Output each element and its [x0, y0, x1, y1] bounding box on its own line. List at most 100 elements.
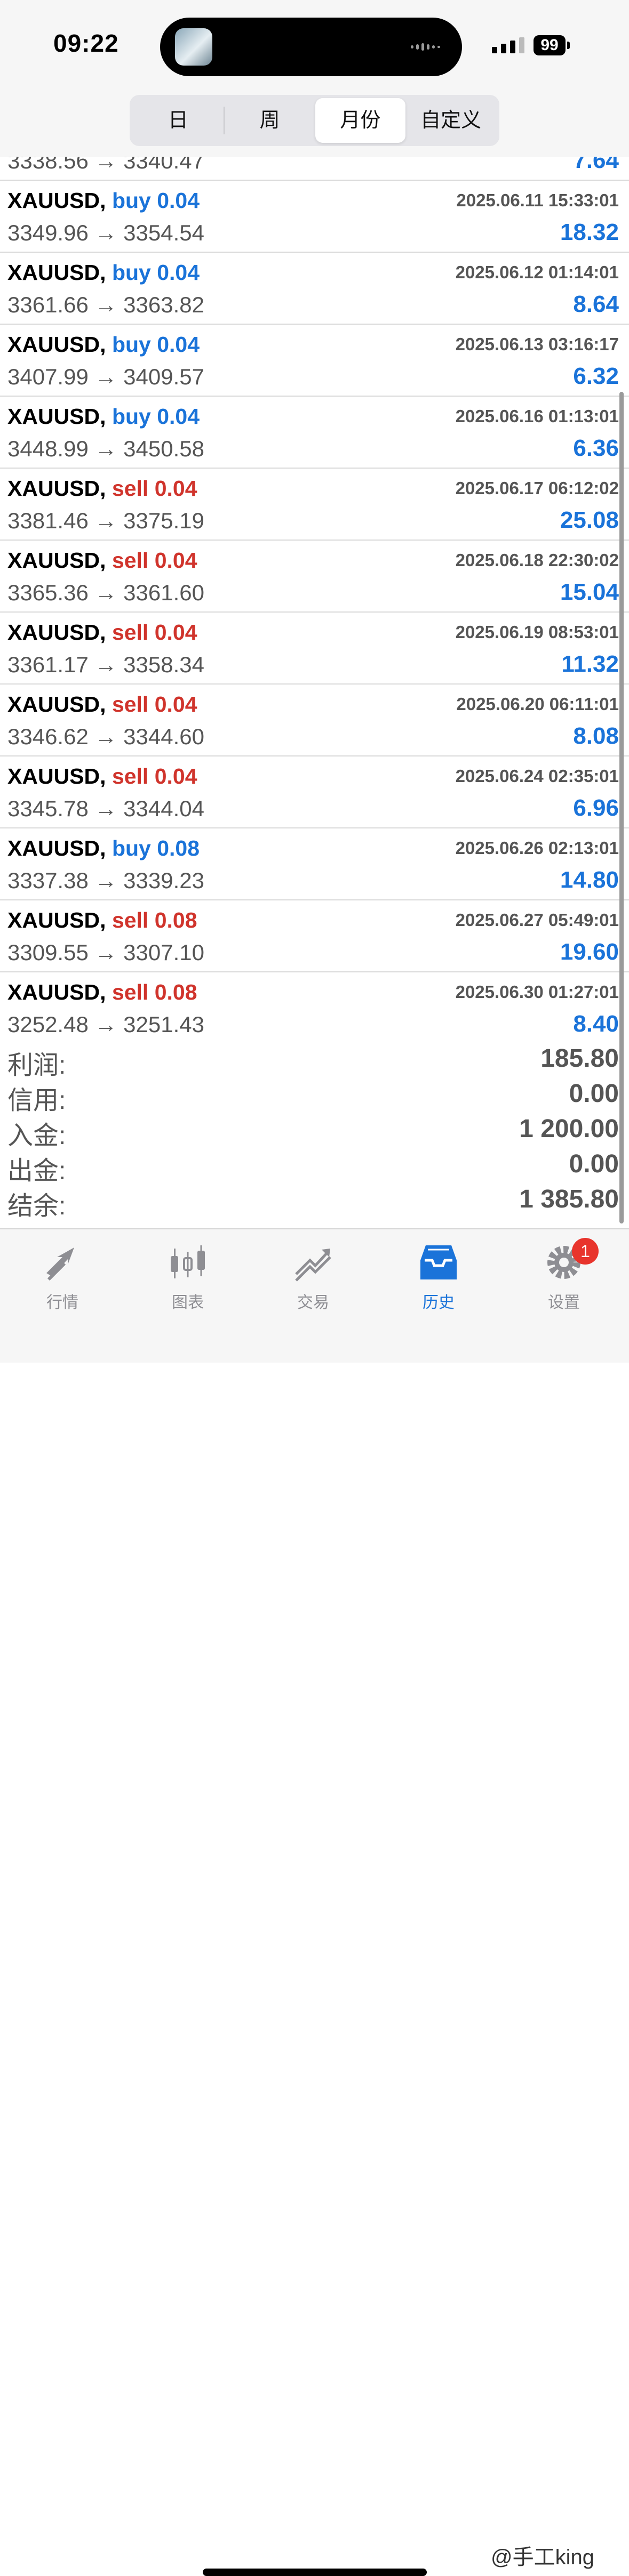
symbol-name: XAUUSD, [7, 980, 106, 1004]
trade-symbol: XAUUSD, sell 0.04 [7, 692, 197, 717]
quotes-icon [46, 1247, 74, 1281]
trade-time: 2025.06.24 02:35:01 [455, 766, 619, 786]
table-row[interactable]: 3338.56 → 3340.47 7.64 [0, 157, 629, 181]
chart-icon [171, 1245, 205, 1278]
signal-icon [492, 37, 524, 53]
trade-history-list[interactable]: 3338.56 → 3340.47 7.64 XAUUSD, buy 0.04 2… [0, 157, 629, 1036]
trade-time: 2025.06.30 01:27:01 [455, 982, 619, 1002]
dynamic-island [160, 18, 462, 76]
tab-label: 图表 [172, 1294, 204, 1311]
summary-value: 1 385.80 [519, 1185, 619, 1213]
trade-profit: 7.64 [573, 157, 619, 173]
trade-icon [295, 1249, 331, 1282]
trade-symbol: XAUUSD, sell 0.04 [7, 764, 197, 789]
symbol-name: XAUUSD, [7, 548, 106, 573]
tab-history[interactable]: 历史 [399, 1241, 479, 1313]
summary-label: 结余: [7, 1192, 66, 1220]
trade-symbol: XAUUSD, buy 0.08 [7, 836, 200, 861]
trade-time: 2025.06.19 08:53:01 [455, 622, 619, 642]
symbol-name: XAUUSD, [7, 332, 106, 357]
tab-chart[interactable]: 图表 [148, 1241, 228, 1313]
summary-row: 利润: 185.80 [0, 1041, 629, 1080]
tab-trade[interactable]: 交易 [273, 1241, 353, 1313]
table-row[interactable]: XAUUSD, sell 0.08 2025.06.30 01:27:01 3252… [0, 972, 629, 1036]
trade-prices: 3407.99 → 3409.57 [7, 364, 204, 389]
tab-week[interactable]: 周 [225, 98, 315, 143]
symbol-name: XAUUSD, [7, 908, 106, 932]
trade-symbol: XAUUSD, sell 0.04 [7, 620, 197, 645]
tab-label: 交易 [297, 1294, 329, 1311]
trade-profit: 25.08 [560, 507, 619, 533]
home-indicator[interactable] [203, 2569, 427, 2576]
status-time: 09:22 [53, 29, 119, 57]
trade-profit: 14.80 [560, 867, 619, 893]
table-row[interactable]: XAUUSD, buy 0.04 2025.06.11 15:33:01 3349.… [0, 181, 629, 253]
trade-symbol: XAUUSD, buy 0.04 [7, 404, 200, 429]
trade-symbol: XAUUSD, buy 0.04 [7, 188, 200, 213]
trade-prices: 3252.48 → 3251.43 [7, 1012, 204, 1036]
period-segmented-control: 日 周 月份 自定义 [130, 95, 499, 146]
trade-side-volume: sell 0.04 [112, 476, 197, 501]
trade-profit: 6.36 [573, 435, 619, 461]
table-row[interactable]: XAUUSD, sell 0.08 2025.06.27 05:49:01 3309… [0, 900, 629, 972]
tab-label: 设置 [548, 1294, 580, 1311]
table-row[interactable]: XAUUSD, sell 0.04 2025.06.20 06:11:01 3346… [0, 685, 629, 756]
trade-symbol: XAUUSD, buy 0.04 [7, 260, 200, 285]
trade-side-volume: buy 0.08 [112, 836, 200, 860]
table-row[interactable]: XAUUSD, sell 0.04 2025.06.18 22:30:02 3365… [0, 541, 629, 613]
tab-quotes[interactable]: 行情 [22, 1241, 102, 1313]
trade-prices: 3365.36 → 3361.60 [7, 580, 204, 605]
battery-icon: 99 [534, 35, 570, 55]
header: 09:22 99 日 周 月份 自定义 [0, 0, 629, 157]
tab-settings[interactable]: 设置 1 [524, 1238, 604, 1313]
history-icon [420, 1245, 457, 1279]
tab-label: 历史 [423, 1294, 455, 1311]
trade-side-volume: buy 0.04 [112, 188, 200, 213]
trade-symbol: XAUUSD, buy 0.04 [7, 332, 200, 357]
trade-profit: 11.32 [561, 651, 619, 677]
table-row[interactable]: XAUUSD, buy 0.08 2025.06.26 02:13:01 3337.… [0, 828, 629, 900]
summary-row: 结余: 1 385.80 [0, 1181, 629, 1220]
trade-profit: 8.64 [573, 291, 619, 317]
trade-time: 2025.06.26 02:13:01 [455, 838, 619, 858]
trade-side-volume: sell 0.04 [112, 692, 197, 717]
trade-time: 2025.06.12 01:14:01 [455, 262, 619, 282]
tab-label: 行情 [46, 1294, 78, 1311]
trade-profit: 19.60 [560, 939, 619, 965]
tab-month[interactable]: 月份 [315, 98, 406, 143]
summary-row: 入金: 1 200.00 [0, 1111, 629, 1150]
table-row[interactable]: XAUUSD, sell 0.04 2025.06.19 08:53:01 3361… [0, 613, 629, 685]
trade-prices: 3381.46 → 3375.19 [7, 508, 204, 533]
table-row[interactable]: XAUUSD, sell 0.04 2025.06.24 02:35:01 3345… [0, 756, 629, 828]
trade-side-volume: buy 0.04 [112, 332, 200, 357]
trade-prices: 3309.55 → 3307.10 [7, 940, 204, 965]
table-row[interactable]: XAUUSD, sell 0.04 2025.06.17 06:12:02 3381… [0, 469, 629, 541]
trade-time: 2025.06.20 06:11:01 [456, 694, 619, 714]
trade-time: 2025.06.27 05:49:01 [455, 910, 619, 930]
table-row[interactable]: XAUUSD, buy 0.04 2025.06.16 01:13:01 3448.… [0, 397, 629, 469]
trade-prices: 3338.56 → 3340.47 [7, 157, 204, 173]
trade-profit: 8.08 [573, 723, 619, 749]
tab-custom[interactable]: 自定义 [405, 98, 496, 143]
app-avatar-icon [175, 28, 212, 66]
trade-time: 2025.06.16 01:13:01 [455, 406, 619, 426]
table-row[interactable]: XAUUSD, buy 0.04 2025.06.13 03:16:17 3407.… [0, 325, 629, 397]
symbol-name: XAUUSD, [7, 404, 106, 429]
symbol-name: XAUUSD, [7, 692, 106, 717]
watermark: @手工king [491, 2546, 594, 2569]
trade-profit: 15.04 [560, 579, 619, 605]
trade-symbol: XAUUSD, sell 0.04 [7, 548, 197, 573]
trade-prices: 3349.96 → 3354.54 [7, 220, 204, 245]
bottom-tab-bar: 行情 图表 交易 历史 设置 1 @手工king [0, 1228, 629, 2576]
trade-side-volume: buy 0.04 [112, 404, 200, 429]
trade-profit: 6.96 [573, 795, 619, 821]
trade-profit: 8.40 [573, 1011, 619, 1036]
trade-prices: 3448.99 → 3450.58 [7, 436, 204, 461]
trade-time: 2025.06.13 03:16:17 [455, 334, 619, 354]
symbol-name: XAUUSD, [7, 620, 106, 645]
summary-row: 出金: 0.00 [0, 1146, 629, 1185]
audio-wave-icon [411, 43, 445, 51]
summary-value: 0.00 [569, 1080, 619, 1108]
tab-day[interactable]: 日 [133, 98, 224, 143]
table-row[interactable]: XAUUSD, buy 0.04 2025.06.12 01:14:01 3361.… [0, 253, 629, 325]
